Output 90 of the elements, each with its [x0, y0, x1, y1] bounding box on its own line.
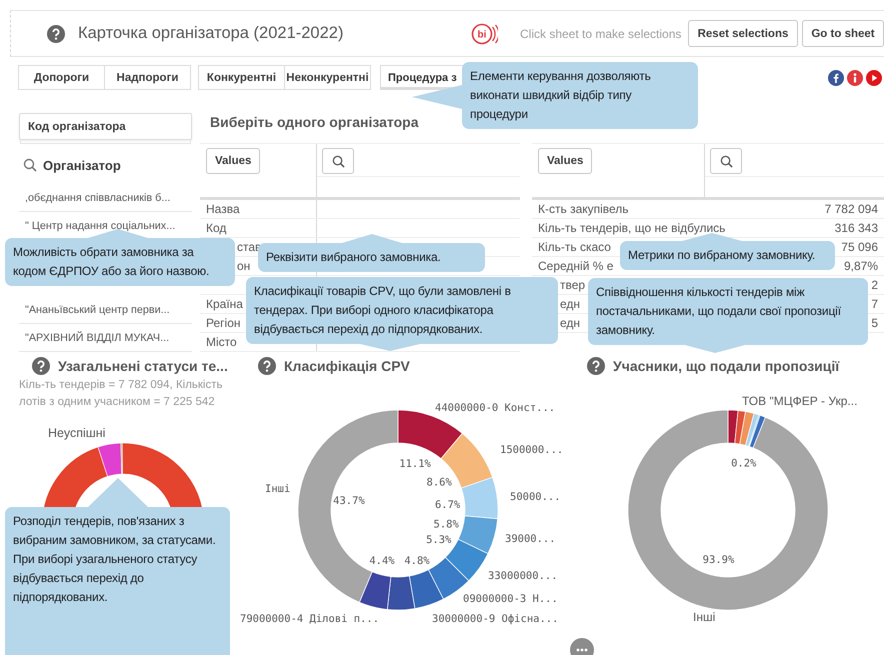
list-item[interactable]: ,обєднання співвласників б...	[19, 184, 192, 212]
help-icon[interactable]	[587, 357, 605, 375]
row-value: 9,87%	[844, 258, 879, 275]
row-label: Країна	[206, 297, 243, 311]
search-icon	[23, 158, 37, 172]
search-icon	[720, 154, 732, 168]
logo-icon	[472, 23, 498, 44]
value-label: 5.8%	[434, 518, 459, 530]
chart-slice[interactable]	[408, 569, 444, 609]
row-value: 7	[871, 296, 879, 313]
chart-title: Узагальнені статуси те...	[58, 358, 228, 374]
chart-slice[interactable]	[458, 516, 498, 554]
more-icon[interactable]	[570, 638, 594, 655]
chart-slice[interactable]	[386, 576, 416, 610]
value-label: 5.3%	[426, 534, 452, 546]
search-icon	[332, 154, 344, 168]
values-button[interactable]: Values	[538, 148, 592, 174]
slice-label: 44000000-0 Конст...	[435, 402, 556, 414]
slice-label: Інші	[265, 483, 290, 495]
reset-selections-button[interactable]: Reset selections	[688, 20, 798, 47]
slice-label: ТОВ "МЦФЕР - Укр...	[742, 394, 858, 408]
row-value: 2	[871, 277, 879, 294]
value-label: 4.8%	[404, 555, 430, 567]
row-label: Регіон	[206, 316, 240, 330]
row-value: 5	[871, 315, 879, 332]
help-icon[interactable]	[47, 24, 65, 42]
search-button[interactable]	[322, 148, 354, 174]
value-label: 11.1%	[399, 458, 431, 470]
row-label: едн	[560, 316, 580, 330]
section-title: Виберіть одного організатора	[210, 114, 418, 130]
code-filter[interactable]: Код організатора	[19, 113, 192, 140]
value-label: 4.4%	[369, 555, 395, 567]
slice-label: 30000000-9 Офісна...	[432, 613, 558, 625]
filter-button[interactable]: Неконкурентні	[284, 65, 371, 90]
row-label: Кіль-ть тендерів, що не відбулись	[538, 221, 726, 235]
slice-label: 33000000...	[488, 570, 558, 582]
row-label: Кіль-ть скасо	[538, 240, 611, 254]
chart-slice[interactable]	[739, 411, 754, 446]
hint-tooltip: Співвідношення кількості тендерів між постачальниками, що подали свої пропозиції замовнику.	[588, 278, 868, 353]
list-item[interactable]: "АРХІВНИЙ ВІДДІЛ МУКАЧ...	[19, 324, 192, 352]
go-to-sheet-button[interactable]: Go to sheet	[802, 20, 884, 47]
facebook-icon[interactable]	[828, 70, 844, 86]
chart-subtitle: Кіль-ть тендерів = 7 782 094, Кількість лотів з одним учасником = 7 225 542	[18, 378, 224, 410]
info-icon[interactable]	[847, 70, 863, 86]
row-label: едн	[560, 297, 580, 311]
row-label: Місто	[206, 335, 237, 349]
play-icon[interactable]	[866, 70, 882, 86]
slice-label: 39000...	[505, 533, 556, 545]
row-label: Назва	[206, 202, 240, 216]
logo-text: bi	[478, 29, 486, 40]
selection-hint: Click sheet to make selections	[520, 26, 682, 40]
search-button[interactable]	[710, 148, 742, 174]
chart-title: Учасники, що подали пропозиції	[613, 358, 840, 374]
row-label: он	[237, 259, 250, 273]
row-value: 7 782 094	[824, 201, 879, 218]
chart-slice[interactable]	[398, 410, 463, 459]
filter-button[interactable]: Допороги	[18, 65, 105, 90]
slice-label: 1500000...	[500, 444, 564, 456]
value-label: 6.7%	[434, 498, 460, 511]
chart-title: Класифікація CPV	[284, 358, 410, 374]
hint-tooltip: Класифікації товарів CPV, що були замовлені в тендерах. При виборі одного класифікатора відбувається перехід до підпорядкованих.	[246, 277, 558, 351]
list-item[interactable]: "Ананьївський центр перви...	[19, 296, 192, 324]
list-title: Організатор	[43, 158, 121, 172]
value-label: 93.9%	[702, 554, 734, 566]
slice-label: Інші	[693, 610, 716, 624]
row-value: 316 343	[834, 220, 879, 237]
value-label: 0.2%	[731, 458, 756, 470]
slice-label: 79000000-4 Ділові п...	[240, 613, 380, 625]
hint-tooltip: Розподіл тендерів, пов'язаних з вибраним замовником, за статусами. При виборі узагальненого статусу відбувається перехід до підпорядкованих.	[5, 478, 230, 655]
sheet-title: Карточка організатора (2021-2022)	[78, 24, 344, 43]
row-label: Код	[206, 221, 226, 235]
chart-slice[interactable]	[359, 571, 392, 610]
slice-label: 50000...	[510, 491, 561, 503]
slice-label: 09000000-3 Н...	[463, 593, 558, 605]
row-label: Середній % е	[538, 259, 614, 273]
row-value: 75 096	[841, 239, 879, 256]
value-label: 43.7%	[333, 495, 365, 508]
row-label: К-сть закупівель	[538, 202, 629, 216]
hint-tooltip: Метрики по вибраному замовнику.	[620, 233, 835, 270]
filter-button[interactable]: Надпороги	[104, 65, 191, 90]
help-icon[interactable]	[32, 357, 50, 375]
chart-slice[interactable]	[298, 410, 398, 603]
filter-button[interactable]: Конкурентні	[198, 65, 285, 90]
chart-slice[interactable]	[734, 410, 746, 444]
row-label: твер	[560, 278, 586, 292]
chart-label: Неуспішні	[48, 426, 106, 440]
value-label: 8.6%	[426, 476, 452, 489]
hint-tooltip: Реквізити вибраного замовника.	[258, 234, 485, 272]
help-icon[interactable]	[258, 357, 276, 375]
values-button[interactable]: Values	[206, 148, 260, 174]
